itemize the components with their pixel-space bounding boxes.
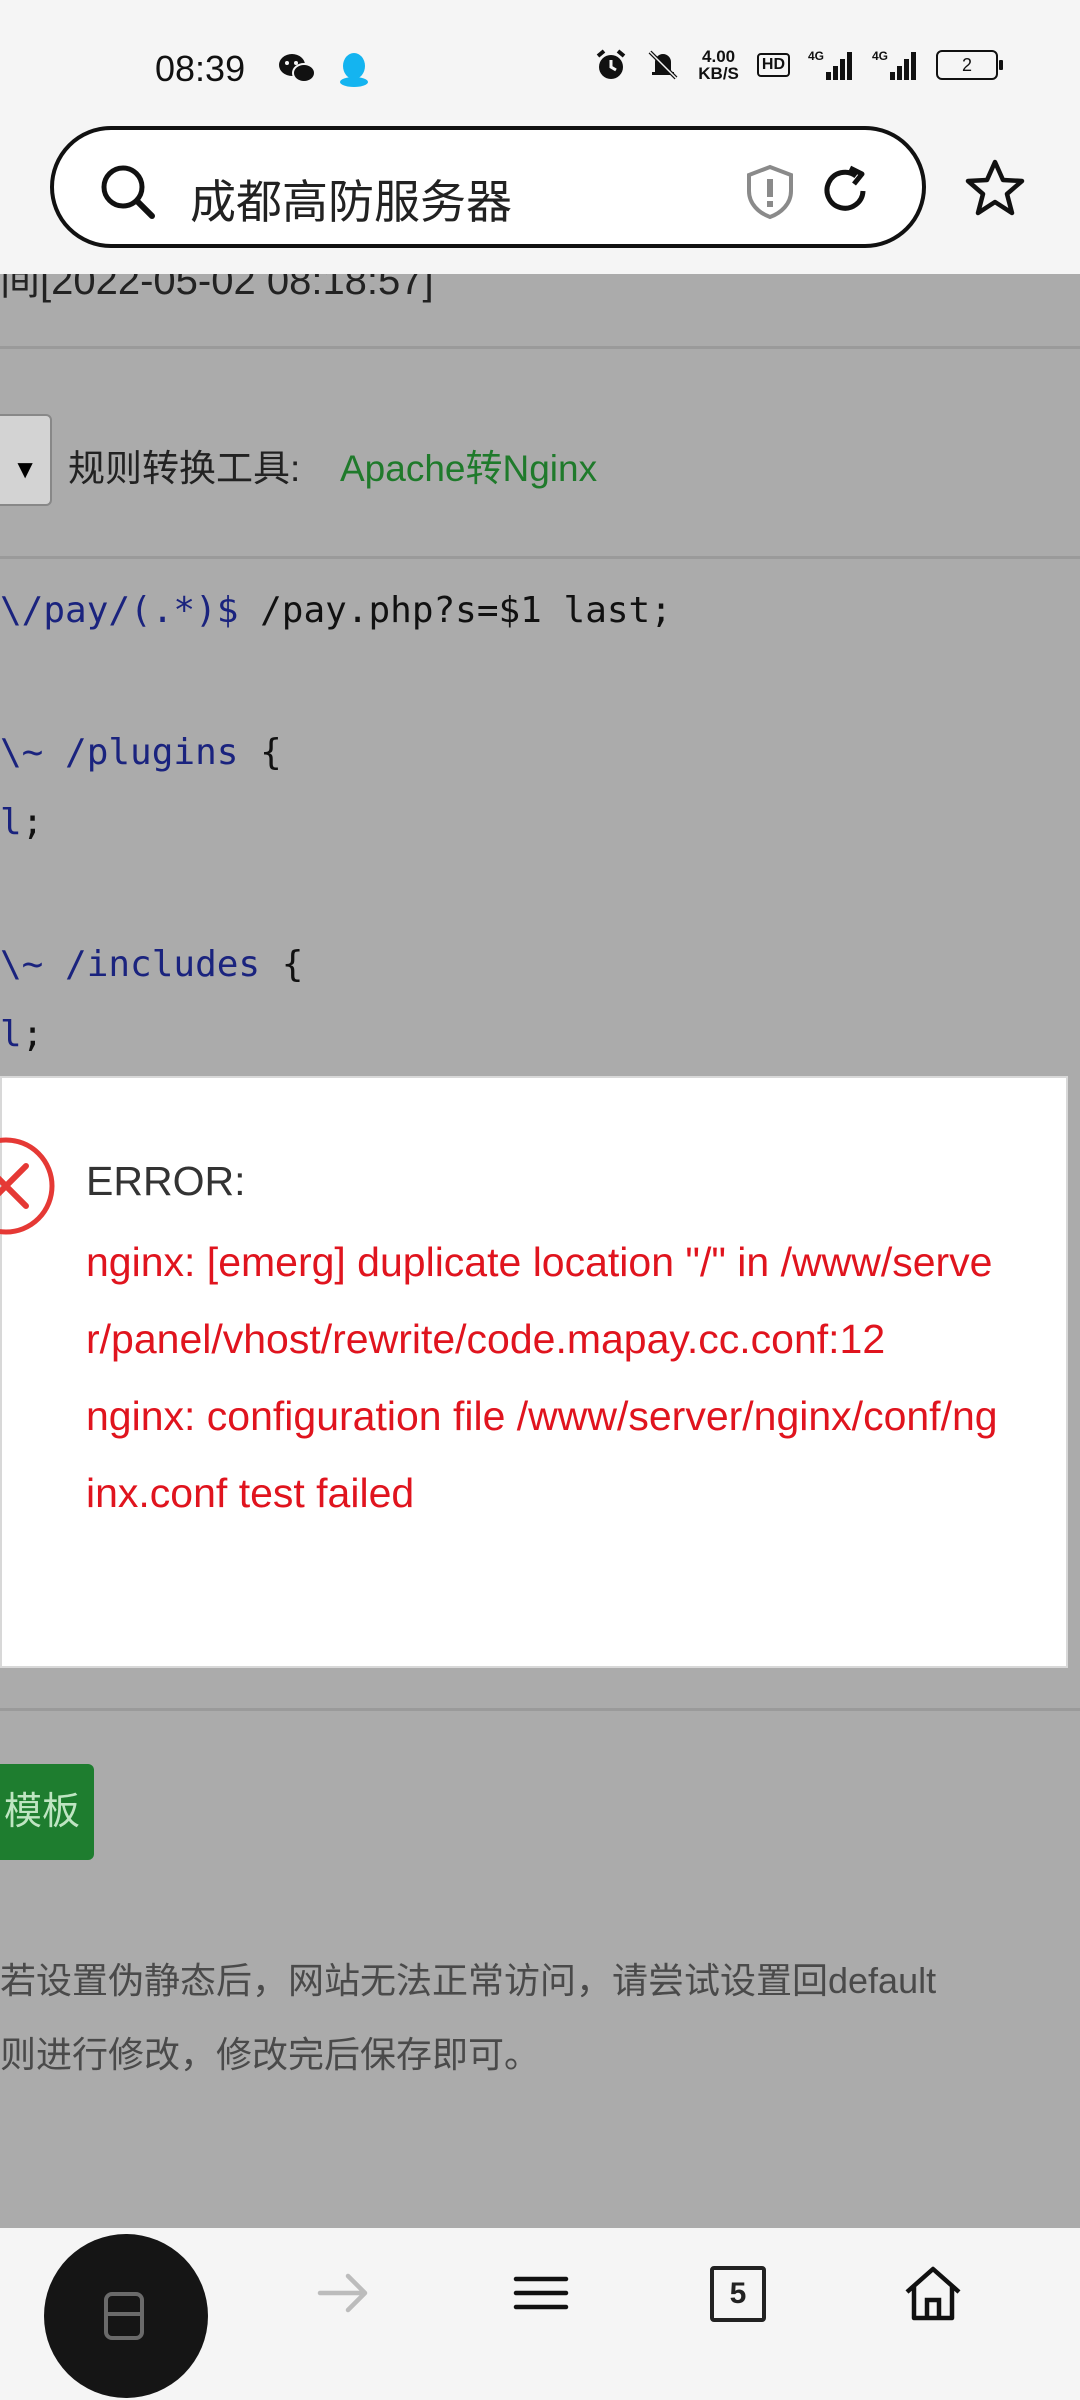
last-modified-text: 间[2022-05-02 08:18:57] [0, 274, 434, 303]
mute-icon [648, 50, 678, 80]
signal-sim1-icon: 4G [808, 49, 852, 80]
rule-tool-label: 规则转换工具: [68, 448, 301, 489]
window-switch-icon [104, 2292, 144, 2340]
menu-icon[interactable] [512, 2264, 570, 2322]
svg-text:4G: 4G [872, 49, 888, 63]
svg-text:4G: 4G [808, 49, 824, 63]
template-button[interactable]: 模板 [0, 1764, 94, 1860]
net-speed: 4.00 KB/S [698, 47, 739, 83]
error-circle-icon [0, 1137, 55, 1235]
alarm-icon [596, 49, 626, 79]
error-title: ERROR: [86, 1158, 246, 1204]
reload-icon[interactable] [816, 162, 874, 220]
signal-sim2-icon: 4G [872, 49, 916, 80]
forward-arrow-icon[interactable] [314, 2264, 372, 2322]
divider [0, 1708, 1080, 1711]
code-line[interactable]: \~ /plugins { [0, 732, 282, 773]
code-line[interactable]: l; [0, 802, 43, 843]
shield-icon[interactable] [744, 164, 796, 220]
hd-badge: HD [756, 53, 790, 77]
error-dialog: ERROR: nginx: [emerg] duplicate location… [0, 1076, 1068, 1668]
address-search-field[interactable]: 成都高防服务器 [50, 126, 926, 248]
divider [0, 556, 1080, 559]
battery-level: 2 [961, 55, 972, 75]
browser-address-bar: 成都高防服务器 [0, 122, 1080, 274]
tip-text-line: 则进行修改，修改完后保存即可。 [0, 2034, 541, 2075]
error-message: nginx: [emerg] duplicate location "/" in… [86, 1224, 1006, 1532]
address-query-text[interactable]: 成都高防服务器 [190, 166, 512, 232]
divider [0, 346, 1080, 349]
battery-icon: 2 [936, 50, 1003, 80]
search-icon [101, 165, 155, 219]
status-indicators: 4.00 KB/S HD 4G 4G 2 [594, 47, 1003, 83]
error-message-line: nginx: [emerg] duplicate location "/" in… [86, 1239, 993, 1362]
code-line[interactable]: \~ /includes { [0, 944, 303, 985]
floating-assist-button[interactable] [44, 2234, 208, 2398]
code-line[interactable]: \/pay/(.*)$ /pay.php?s=$1 last; [0, 590, 672, 631]
qq-icon [340, 53, 368, 87]
tip-text-line: 若设置伪静态后，网站无法正常访问，请尝试设置回default [0, 1960, 937, 2001]
status-bar: 08:39 4.00 KB/S HD 4G 4G 2 [0, 0, 1080, 122]
status-app-icons [278, 52, 370, 88]
wechat-icon [279, 54, 316, 83]
bookmark-star-icon[interactable] [964, 158, 1026, 218]
status-time: 08:39 [155, 48, 246, 89]
error-message-line: nginx: configuration file /www/server/ng… [86, 1393, 998, 1516]
home-icon[interactable] [902, 2264, 964, 2322]
rule-template-select[interactable]: ▼ [0, 414, 52, 506]
tabs-count-icon[interactable]: 5 [710, 2266, 766, 2322]
apache-to-nginx-link[interactable]: Apache转Nginx [340, 438, 597, 492]
code-line[interactable]: l; [0, 1014, 43, 1055]
